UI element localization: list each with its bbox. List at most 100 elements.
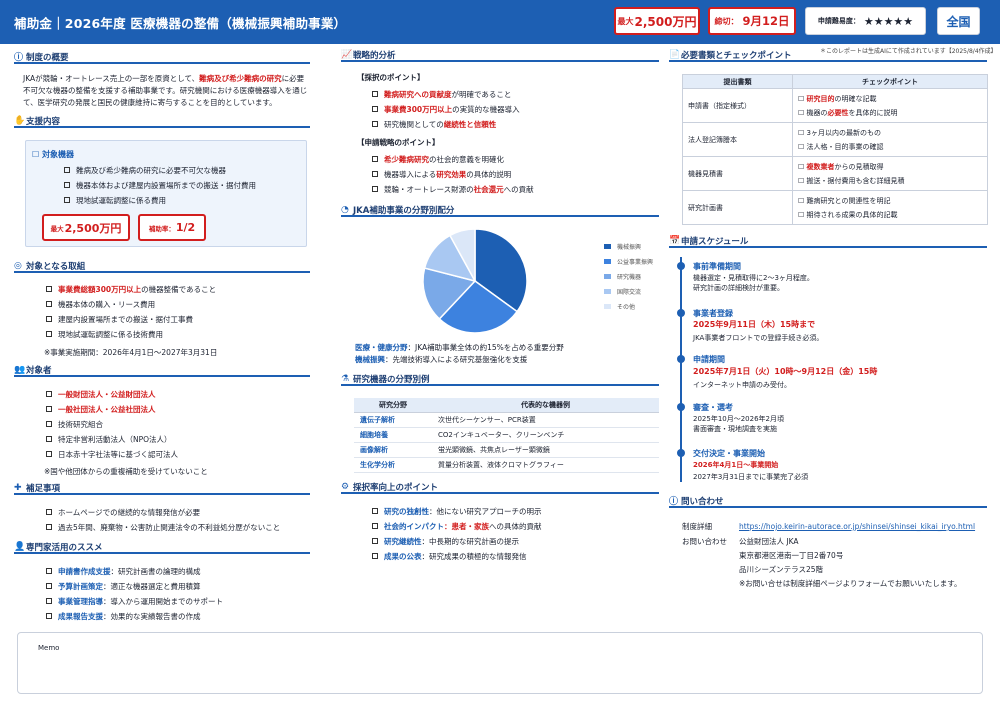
table-row: 画像解析 蛍光顕微鏡、共焦点レーザー顕微鏡: [354, 442, 659, 458]
check-text: 3ヶ月以内の最新のもの: [806, 128, 881, 137]
check-item: ☐ 法人格・目的事業の確認: [798, 142, 982, 152]
checkbox-icon: [372, 538, 378, 544]
check-text: 搬送・据付費用も含む詳細見積: [806, 176, 905, 185]
list-item-text: ：適正な機器選定と費用積算: [103, 582, 201, 591]
pie-chart: [422, 228, 528, 334]
target-equipment-title: ☐ 対象機器: [32, 149, 74, 160]
overview-text: JKAが競輪・オートレース売上の一部を原資として、難病及び希少難病の研究に必要不…: [23, 73, 309, 109]
pie-caption-2-bold: 機械振興: [355, 355, 385, 364]
checkbox-icon: [46, 391, 52, 397]
table-cell: 次世代シーケンサー、PCR装置: [432, 412, 659, 428]
list-item-highlight: 申請書作成支援: [58, 567, 111, 576]
timeline-title: 交付決定・事業開始: [693, 449, 765, 458]
list-item-text: 日本赤十字社法等に基づく認可法人: [58, 450, 178, 459]
list-item: 特定非営利活動法人（NPO法人）: [46, 435, 172, 445]
overview-text-b: 難病及び希少難病の研究: [199, 74, 282, 83]
difficulty-label: 申請難易度：: [817, 17, 860, 25]
memo-box[interactable]: Memo: [17, 632, 983, 694]
list-item-text: の具体的説明: [466, 170, 512, 179]
check-item: ☐ 難病研究との関連性を明記: [798, 196, 982, 206]
check-text: 期待される成果の具体的記載: [806, 210, 898, 219]
docs-title: 必要書類とチェックポイント: [681, 50, 792, 61]
checkbox-icon: ☐: [798, 108, 805, 117]
flask-icon: ⚗: [341, 373, 350, 384]
list-item: 一般財団法人・公益財団法人: [46, 390, 156, 400]
list-item-text: 競輪・オートレース財源の: [384, 185, 474, 194]
checkbox-icon: [46, 583, 52, 589]
improve-title: 採択率向上のポイント: [353, 482, 439, 493]
list-item-text: 機器本体の購入・リース費用: [58, 300, 156, 309]
page-title: 補助金｜2026年度 医療機器の整備（機械振興補助事業）: [14, 16, 347, 31]
list-item-text: 過去5年間、廃棄物・公害防止関連法令の不利益処分歴がないこと: [58, 523, 281, 532]
overview-heading: ⓘ 制度の概要: [14, 51, 310, 64]
support-title: 支援内容: [26, 116, 61, 127]
list-item: 研究機関としての継続性と信頼性: [372, 120, 496, 130]
legend-item: 国際交流: [604, 287, 641, 296]
checkbox-icon: [46, 436, 52, 442]
fields-title: 研究機器の分野別例: [353, 374, 430, 385]
table-header-row: 研究分野 代表的な機器例: [354, 398, 659, 413]
pie-icon: ◔: [341, 204, 349, 215]
table-cell: 遺伝子解析: [354, 412, 432, 428]
memo-label: Memo: [38, 644, 60, 652]
list-item-highlight-red: ：患者・家族: [444, 522, 489, 531]
checkbox-icon: [46, 286, 52, 292]
contact-line: 東京都港区港南一丁目2番70号: [739, 551, 844, 560]
list-item-highlight: 継続性と信頼性: [443, 120, 497, 129]
checkbox-icon: [46, 451, 52, 457]
support-box: ☐ 対象機器 難病及び希少難病の研究に必要不可欠な機器 機器本体および建屋内設置…: [25, 140, 307, 247]
eligible-note: ※国や他団体からの重複補助を受けていないこと: [44, 467, 208, 476]
gear-icon: ⚙: [341, 481, 350, 492]
list-item-highlight: 研究継続性: [384, 537, 422, 546]
list-item: 日本赤十字社法等に基づく認可法人: [46, 450, 178, 460]
legend-swatch: [604, 289, 611, 294]
check-text: を具体的に説明: [848, 108, 898, 117]
table-cell: CO2インキュベーター、クリーンベンチ: [432, 427, 659, 443]
list-item-text: の機器整備であること: [141, 285, 217, 294]
strategy-title: 戦略的分析: [353, 50, 396, 61]
check-cell: ☐ 研究目的の明確な記載 ☐ 機器の必要性を具体的に説明: [792, 88, 988, 123]
list-item-text: 機器導入による: [384, 170, 437, 179]
list-item: 建屋内設置場所までの搬送・据付工事費: [46, 315, 193, 325]
detail-link[interactable]: https://hojo.keirin-autorace.or.jp/shins…: [739, 522, 975, 532]
list-item: 一般社団法人・公益社団法人: [46, 405, 156, 415]
timeline-highlight-text: 2025年7月1日（火）10時〜9月12日（金）15時: [693, 367, 878, 376]
check-text: からの見積取得: [834, 162, 884, 171]
check-text: 難病研究との関連性を明記: [806, 196, 891, 205]
list-item-highlight: 研究効果: [436, 170, 467, 179]
timeline-dot: [677, 309, 685, 317]
table-cell: 蛍光顕微鏡、共焦点レーザー顕微鏡: [432, 442, 659, 458]
checkbox-icon: [64, 182, 70, 188]
list-item-text: 特定非営利活動法人（NPO法人）: [58, 435, 172, 444]
legend-item: 公益事業振興: [604, 257, 653, 266]
max-prefix: 最大: [617, 16, 634, 26]
list-item: 成果報告支援：効果的な実績報告書の作成: [46, 612, 201, 622]
list-item-text: ：中長期的な研究計画の提示: [421, 537, 520, 546]
list-item: 研究継続性：中長期的な研究計画の提示: [372, 537, 519, 547]
docs-heading: 📄 必要書類とチェックポイント: [669, 49, 987, 62]
checkbox-icon: ☐: [798, 128, 805, 137]
check-highlight: 研究目的: [806, 94, 835, 103]
check-cell: ☐ 難病研究との関連性を明記 ☐ 期待される成果の具体的記載: [792, 190, 988, 225]
list-item: 事業費総額300万円以上の機器整備であること: [46, 285, 216, 295]
legend-swatch: [604, 304, 611, 309]
timeline-title: 事業者登録: [693, 309, 733, 318]
difficulty-badge: 申請難易度： ★★★★★: [805, 7, 926, 35]
fields-table: 研究分野 代表的な機器例 遺伝子解析 次世代シーケンサー、PCR装置 細胞培養 CO2…: [354, 398, 659, 473]
list-item-text: ：効果的な実績報告書の作成: [103, 612, 201, 621]
checkbox-icon: [372, 508, 378, 514]
list-item-highlight: 成果の公表: [384, 552, 422, 561]
checkbox-icon: ☐: [798, 162, 805, 171]
legend-item: 機械振興: [604, 242, 641, 251]
list-item: 技術研究組合: [46, 420, 103, 430]
timeline-title: 審査・選考: [693, 403, 733, 412]
list-item: 申請書作成支援：研究計画書の論理的構成: [46, 567, 201, 577]
table-header: 研究分野: [354, 398, 432, 413]
list-item-text: ホームページでの継続的な情報発信が必要: [58, 508, 201, 517]
list-item-text: の社会的意義を明確化: [429, 155, 504, 164]
schedule-title: 申請スケジュール: [681, 236, 749, 247]
table-cell: 画像解析: [354, 442, 432, 458]
expert-heading: 👤 専門家活用のススメ: [14, 541, 310, 554]
list-item: 機器導入による研究効果の具体的説明: [372, 170, 511, 180]
table-row: 法人登記簿謄本 ☐ 3ヶ月以内の最新のもの ☐ 法人格・目的事業の確認: [682, 122, 988, 157]
